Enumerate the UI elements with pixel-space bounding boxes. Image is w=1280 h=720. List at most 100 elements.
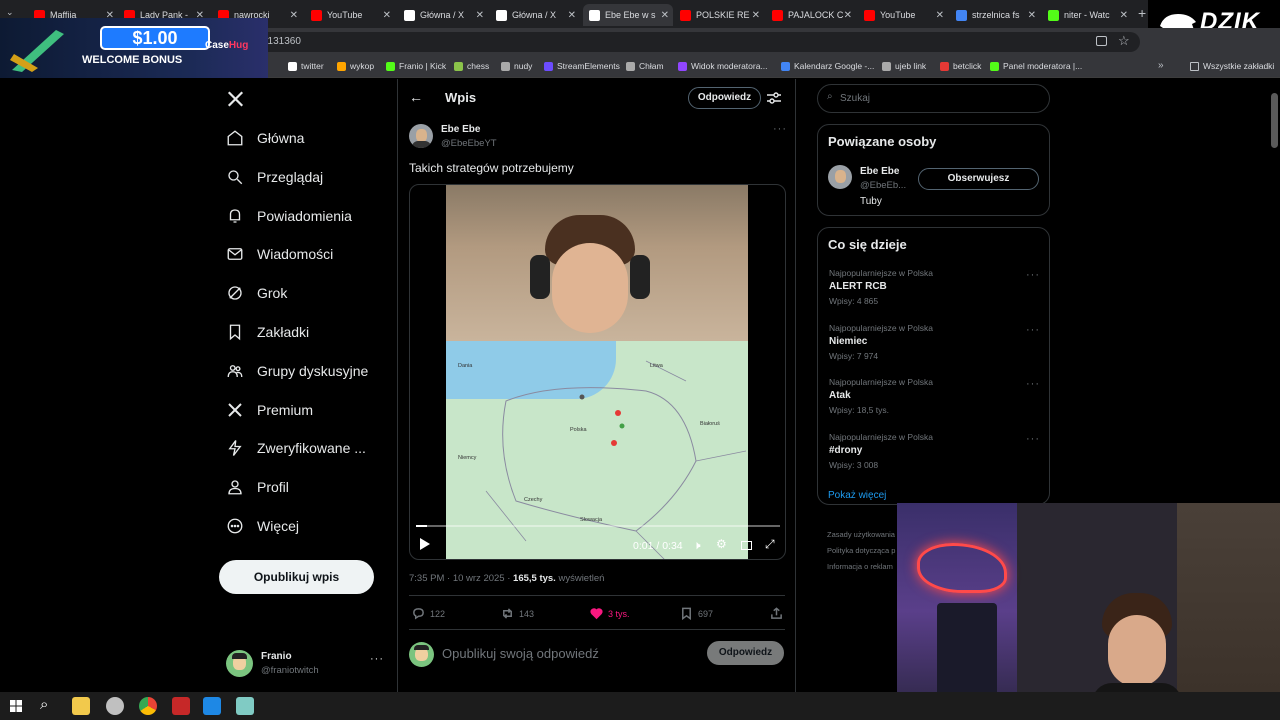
footer-link-privacy[interactable]: Polityka dotycząca p xyxy=(827,543,895,559)
trend-more-icon[interactable]: ··· xyxy=(1026,324,1040,336)
post-timestamp[interactable]: 7:35 PM · 10 wrz 2025 · xyxy=(409,573,513,584)
nav-item-bookmarks[interactable]: Zakładki xyxy=(226,323,309,341)
tab-search-button[interactable]: ⌄ xyxy=(6,7,14,18)
bookmark-action[interactable]: 697 xyxy=(680,607,713,620)
tab-close-icon[interactable]: ✕ xyxy=(936,10,944,21)
browser-tab[interactable]: Główna / X ✕ xyxy=(490,4,580,26)
trend-item[interactable]: Najpopularniejsze w Polska Atak Wpisy: 18,… xyxy=(818,377,1049,427)
windows-start-icon[interactable] xyxy=(10,700,22,712)
volume-icon[interactable]: 🕨 xyxy=(693,538,701,553)
account-switcher[interactable]: Franio @franiotwitch ··· xyxy=(226,649,384,679)
trend-more-icon[interactable]: ··· xyxy=(1026,269,1040,281)
browser-tab[interactable]: Główna / X ✕ xyxy=(398,4,488,26)
tab-close-icon[interactable]: ✕ xyxy=(661,10,669,21)
file-explorer-icon[interactable] xyxy=(72,697,90,715)
tab-close-icon[interactable]: ✕ xyxy=(1028,10,1036,21)
video-progress-track[interactable] xyxy=(416,525,780,527)
bookmark-star-icon[interactable]: ☆ xyxy=(1118,33,1130,49)
bookmark-item[interactable]: Panel moderatora |... xyxy=(990,61,1082,71)
all-bookmarks-folder[interactable]: Wszystkie zakładki xyxy=(1190,61,1274,71)
bookmark-item[interactable]: betclick xyxy=(940,61,981,71)
repost-action[interactable]: 143 xyxy=(501,607,534,620)
nav-item-grok[interactable]: Grok xyxy=(226,284,287,302)
related-avatar[interactable] xyxy=(828,165,852,189)
new-tab-button[interactable]: + xyxy=(1138,5,1146,21)
tab-close-icon[interactable]: ✕ xyxy=(476,10,484,21)
search-box[interactable]: ⌕ Szukaj xyxy=(817,84,1050,113)
tab-close-icon[interactable]: ✕ xyxy=(290,10,298,21)
reply-input[interactable]: Opublikuj swoją odpowiedź xyxy=(442,646,692,666)
nav-item-verified[interactable]: Zweryfikowane ... xyxy=(226,439,366,457)
pip-icon[interactable] xyxy=(741,541,752,550)
tab-close-icon[interactable]: ✕ xyxy=(568,10,576,21)
post-more-icon[interactable]: ··· xyxy=(773,123,787,135)
bookmark-item[interactable]: nudy xyxy=(501,61,532,71)
show-more-link[interactable]: Pokaż więcej xyxy=(828,490,886,501)
bookmark-item[interactable]: ujeb link xyxy=(882,61,926,71)
filter-sliders-icon[interactable] xyxy=(767,92,781,104)
chrome-icon[interactable] xyxy=(139,697,157,715)
page-scrollbar[interactable] xyxy=(1271,93,1278,148)
more-bookmarks-icon[interactable]: » xyxy=(1158,60,1164,71)
trend-more-icon[interactable]: ··· xyxy=(1026,378,1040,390)
x-logo-icon[interactable] xyxy=(226,90,245,113)
nav-item-home[interactable]: Główna xyxy=(226,129,304,147)
play-icon[interactable] xyxy=(420,538,430,550)
related-name[interactable]: Ebe Ebe xyxy=(860,166,899,177)
tab-close-icon[interactable]: ✕ xyxy=(752,10,760,21)
back-arrow-icon[interactable]: ← xyxy=(409,89,423,105)
author-handle[interactable]: @EbeEbeYT xyxy=(441,138,497,149)
footer-link-ads[interactable]: Informacja o reklam xyxy=(827,559,895,575)
settings-gear-icon[interactable]: ⚙ xyxy=(716,537,727,551)
nav-item-communities[interactable]: Grupy dyskusyjne xyxy=(226,362,368,380)
related-handle[interactable]: @EbeEb... xyxy=(860,180,906,191)
trend-item[interactable]: Najpopularniejsze w Polska #drony Wpisy: 3… xyxy=(818,432,1049,482)
window-app-icon[interactable] xyxy=(203,697,221,715)
author-avatar[interactable] xyxy=(409,124,433,148)
nav-item-notifications[interactable]: Powiadomienia xyxy=(226,207,352,225)
browser-tab[interactable]: Ebe Ebe w s ✕ xyxy=(583,4,673,26)
nav-item-explore[interactable]: Przeglądaj xyxy=(226,168,323,186)
trend-item[interactable]: Najpopularniejsze w Polska ALERT RCB Wpisy… xyxy=(818,268,1049,318)
obs-icon[interactable] xyxy=(172,697,190,715)
bookmark-item[interactable]: Franio | Kick xyxy=(386,61,446,71)
reply-submit-button[interactable]: Odpowiedz xyxy=(707,641,784,665)
nav-item-messages[interactable]: Wiadomości xyxy=(226,245,333,263)
more-options-icon[interactable]: ··· xyxy=(370,653,384,665)
browser-tab[interactable]: POLSKIE RE ✕ xyxy=(674,4,764,26)
url-input[interactable]: 5131360 xyxy=(250,32,1140,52)
nav-item-more[interactable]: Więcej xyxy=(226,517,299,535)
notes-app-icon[interactable] xyxy=(236,697,254,715)
nav-item-premium[interactable]: Premium xyxy=(226,401,313,419)
browser-tab[interactable]: niter - Watc ✕ xyxy=(1042,4,1132,26)
tab-close-icon[interactable]: ✕ xyxy=(1120,10,1128,21)
tab-close-icon[interactable]: ✕ xyxy=(383,10,391,21)
bookmark-item[interactable]: StreamElements xyxy=(544,61,620,71)
bookmark-item[interactable]: chess xyxy=(454,61,489,71)
browser-tab[interactable]: strzelnica fs ✕ xyxy=(950,4,1040,26)
install-app-icon[interactable] xyxy=(1096,36,1107,46)
trend-item[interactable]: Najpopularniejsze w Polska Niemiec Wpisy: … xyxy=(818,323,1049,373)
casehug-ad-banner[interactable]: $1.00 WELCOME BONUS CaseHug xyxy=(0,18,268,78)
footer-link-terms[interactable]: Zasady użytkowania xyxy=(827,527,895,543)
video-player[interactable]: Dania Litwa Polska Białoruś Czechy Słowacja Ni… xyxy=(409,184,786,560)
author-name[interactable]: Ebe Ebe xyxy=(441,124,480,135)
reply-action[interactable]: 122 xyxy=(412,607,445,620)
share-action[interactable] xyxy=(770,607,788,620)
browser-tab[interactable]: YouTube ✕ xyxy=(858,4,948,26)
bookmark-item[interactable]: Widok moderatora... xyxy=(678,61,768,71)
browser-tab[interactable]: PAJALOCK C ✕ xyxy=(766,4,856,26)
bookmark-item[interactable]: twitter xyxy=(288,61,324,71)
bookmark-item[interactable]: wykop xyxy=(337,61,374,71)
taskbar-search-icon[interactable]: ⌕ xyxy=(40,696,48,713)
app-icon[interactable] xyxy=(106,697,124,715)
tab-close-icon[interactable]: ✕ xyxy=(844,10,852,21)
reply-header-button[interactable]: Odpowiedz xyxy=(688,87,761,109)
bookmark-item[interactable]: Chłam xyxy=(626,61,664,71)
fullscreen-icon[interactable]: ⤢ xyxy=(765,537,775,552)
trend-more-icon[interactable]: ··· xyxy=(1026,433,1040,445)
nav-item-profile[interactable]: Profil xyxy=(226,478,289,496)
following-button[interactable]: Obserwujesz xyxy=(918,168,1039,190)
post-button[interactable]: Opublikuj wpis xyxy=(219,560,374,594)
browser-tab[interactable]: YouTube ✕ xyxy=(305,4,395,26)
